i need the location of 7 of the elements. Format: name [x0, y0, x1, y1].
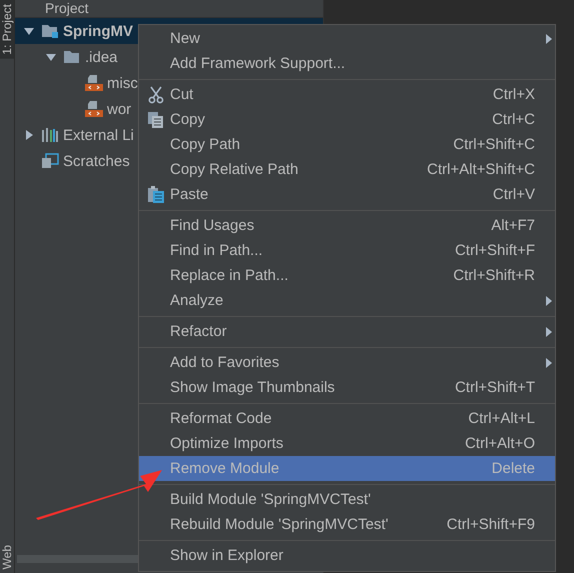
tree-label: Scratches	[63, 152, 130, 170]
panel-title: Project	[45, 0, 89, 16]
tree-label: .idea	[85, 48, 118, 66]
tree-label: SpringMV	[63, 22, 133, 40]
tree-label: External Li	[63, 126, 134, 144]
tree-label: wor	[107, 100, 132, 118]
tree-label: misc	[107, 74, 138, 92]
